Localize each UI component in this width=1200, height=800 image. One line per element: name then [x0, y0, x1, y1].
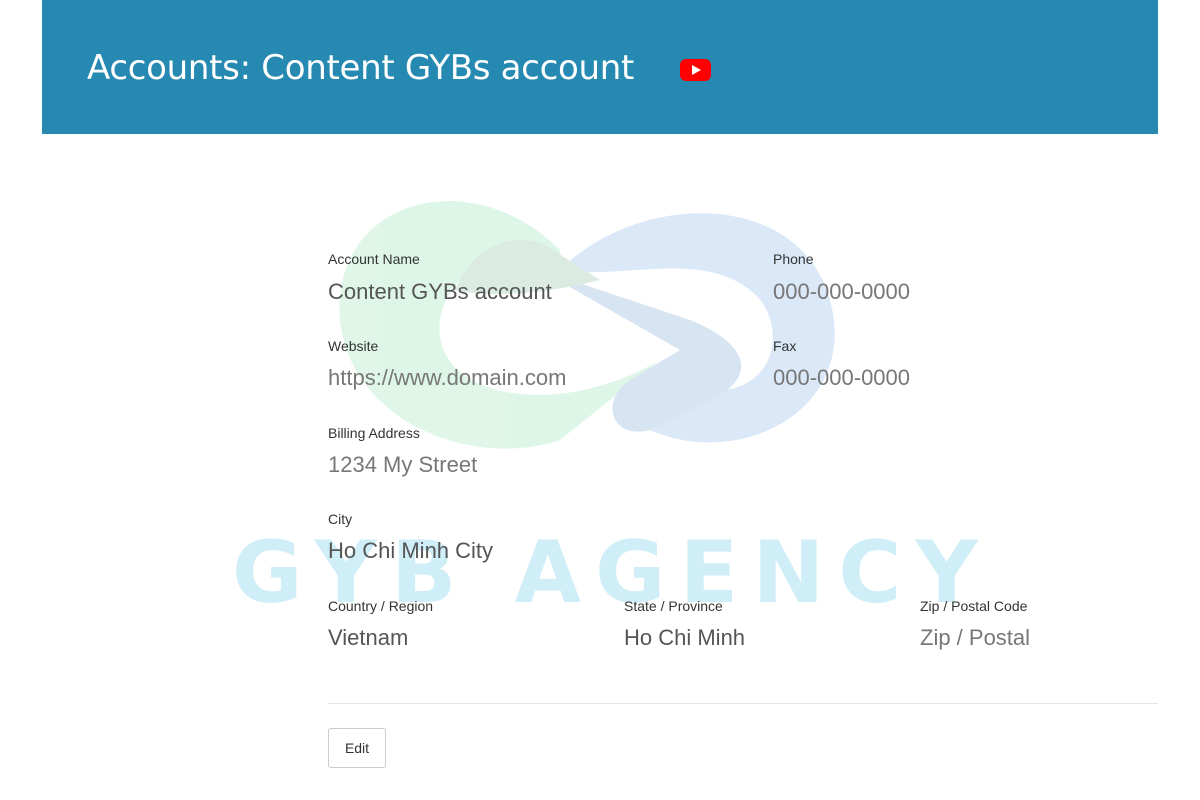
fax-label: Fax: [773, 338, 797, 354]
form-divider: [328, 703, 1158, 704]
zip-value: Zip / Postal: [920, 625, 1031, 650]
city-label: City: [328, 511, 353, 527]
youtube-icon[interactable]: [680, 59, 711, 81]
account-name-label: Account Name: [328, 251, 420, 267]
zip-label: Zip / Postal Code: [920, 598, 1028, 614]
state-label: State / Province: [624, 598, 723, 614]
edit-button[interactable]: Edit: [328, 728, 386, 768]
watermark-swirl-icon: [339, 200, 835, 449]
page-title: Accounts: Content GYBs account: [87, 48, 635, 88]
website-value[interactable]: https://www.domain.com: [328, 365, 566, 391]
billing-address-label: Billing Address: [328, 425, 420, 441]
account-name-value: Content GYBs account: [328, 279, 552, 304]
billing-address-value: 1234 My Street: [328, 452, 478, 477]
country-value: Vietnam: [328, 625, 409, 650]
page-header: Accounts: Content GYBs account: [42, 0, 1158, 134]
fax-value: 000-000-0000: [773, 365, 911, 390]
city-value: Ho Chi Minh City: [328, 538, 494, 563]
state-value: Ho Chi Minh: [624, 625, 746, 650]
phone-label: Phone: [773, 251, 814, 267]
country-label: Country / Region: [328, 598, 434, 614]
phone-value: 000-000-0000: [773, 279, 911, 304]
website-label: Website: [328, 338, 379, 354]
